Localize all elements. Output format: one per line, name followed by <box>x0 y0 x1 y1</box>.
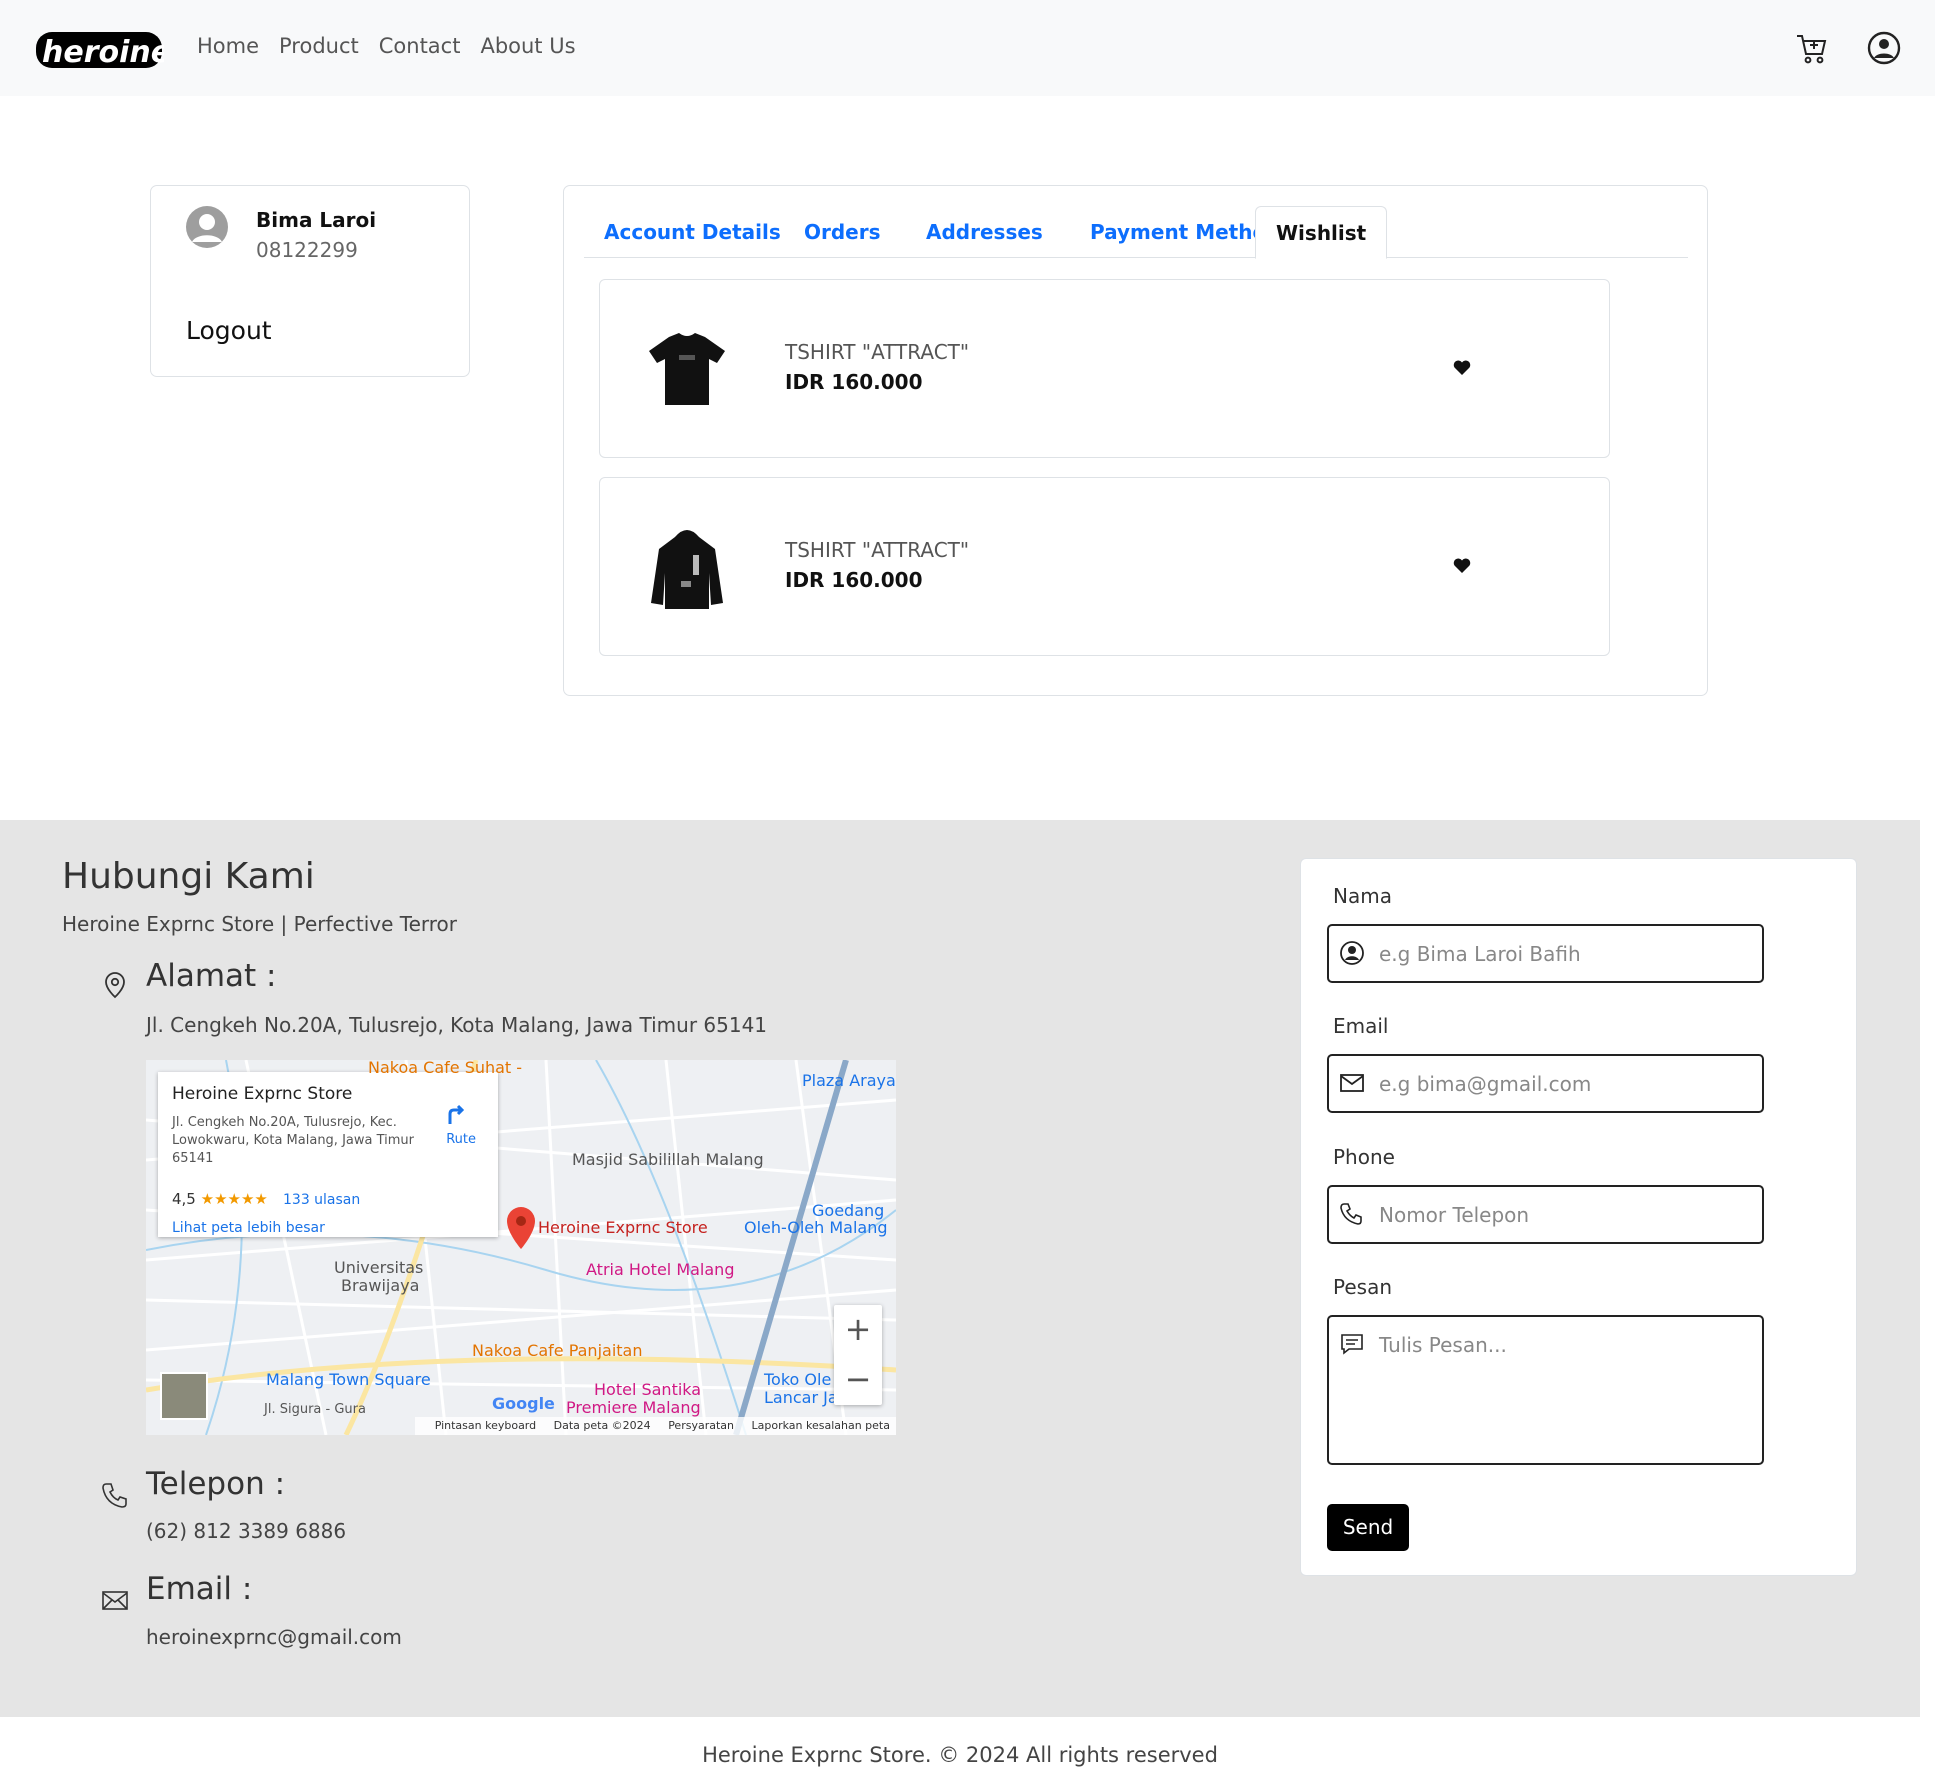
profile-card: Bima Laroi 08122299 Logout <box>150 185 470 377</box>
zoom-controls: + − <box>834 1305 882 1405</box>
map-rating: 4,5 ★★★★★ <box>172 1190 268 1208</box>
heart-icon[interactable] <box>1452 556 1472 576</box>
map-info-card: Heroine Exprnc Store Jl. Cengkeh No.20A,… <box>158 1072 498 1237</box>
email-text: heroinexprnc@gmail.com <box>146 1625 402 1649</box>
copyright: Heroine Exprnc Store. © 2024 All rights … <box>702 1743 1218 1767</box>
phone-placeholder: Nomor Telepon <box>1379 1203 1530 1227</box>
phone-text: (62) 812 3389 6886 <box>146 1519 347 1543</box>
email-label: Email <box>1333 1014 1389 1038</box>
google-logo: Google <box>492 1394 555 1413</box>
heart-icon[interactable] <box>1452 358 1472 378</box>
location-pin-icon <box>105 972 125 999</box>
phone-field[interactable]: Nomor Telepon <box>1327 1185 1764 1244</box>
address-heading: Alamat : <box>146 958 277 994</box>
product-name: TSHIRT "ATTRACT" <box>785 340 970 364</box>
phone-label: Phone <box>1333 1145 1395 1169</box>
product-name: TSHIRT "ATTRACT" <box>785 538 970 562</box>
user-name: Bima Laroi <box>256 208 377 232</box>
name-label: Nama <box>1333 884 1392 908</box>
product-price: IDR 160.000 <box>785 568 923 592</box>
map-label-santika-1: Hotel Santika <box>594 1380 702 1399</box>
map-label-univ: Universitas <box>334 1258 424 1277</box>
map-label-atria: Atria Hotel Malang <box>586 1260 735 1279</box>
heroine-logo[interactable]: heroine <box>34 26 164 72</box>
envelope-icon <box>1340 1074 1364 1092</box>
wishlist-item[interactable]: TSHIRT "ATTRACT" IDR 160.000 <box>599 279 1610 458</box>
google-map[interactable]: Heroine Exprnc Store Jl. Cengkeh No.20A,… <box>146 1060 896 1435</box>
zoom-out-button[interactable]: − <box>834 1355 882 1405</box>
contact-subtitle: Heroine Exprnc Store | Perfective Terror <box>62 912 457 936</box>
map-label-oleh-oleh: Oleh-Oleh Malang <box>744 1218 888 1237</box>
map-label-mts: Malang Town Square <box>266 1370 431 1389</box>
logout-button[interactable]: Logout <box>186 316 272 345</box>
nav-links: Home Product Contact About Us <box>197 34 576 58</box>
tab-wishlist[interactable]: Wishlist <box>1255 206 1388 259</box>
envelope-icon <box>102 1591 128 1610</box>
email-heading: Email : <box>146 1571 253 1607</box>
map-route-link[interactable]: Rute <box>446 1132 476 1147</box>
account-tabs: Account Details Orders Addresses Payment… <box>584 206 1688 259</box>
cart-plus-icon[interactable] <box>1794 30 1830 66</box>
nav-contact[interactable]: Contact <box>379 34 461 58</box>
send-button[interactable]: Send <box>1327 1504 1409 1551</box>
user-circle-icon <box>1340 941 1364 965</box>
avatar-icon <box>186 206 228 248</box>
account-panel: Account Details Orders Addresses Payment… <box>563 185 1708 696</box>
map-keyboard-link[interactable]: Pintasan keyboard <box>435 1419 536 1432</box>
map-label-toko-2: Lancar Ja <box>764 1388 838 1407</box>
map-label-brawijaya: Brawijaya <box>341 1276 420 1295</box>
map-label-santika-2: Premiere Malang <box>566 1398 701 1417</box>
satellite-toggle[interactable] <box>160 1372 208 1420</box>
message-label: Pesan <box>1333 1275 1393 1299</box>
svg-text:heroine: heroine <box>42 35 164 70</box>
nav-home[interactable]: Home <box>197 34 259 58</box>
map-data-text: Data peta ©2024 <box>553 1419 651 1432</box>
address-text: Jl. Cengkeh No.20A, Tulusrejo, Kota Mala… <box>146 1013 768 1037</box>
nav-about[interactable]: About Us <box>480 34 575 58</box>
phone-icon <box>102 1483 127 1508</box>
map-label-plaza: Plaza Araya <box>802 1071 896 1090</box>
map-marker-icon[interactable] <box>504 1205 538 1251</box>
directions-icon[interactable] <box>444 1102 468 1126</box>
tab-orders[interactable]: Orders <box>784 206 901 258</box>
map-place-title: Heroine Exprnc Store <box>172 1084 353 1104</box>
wishlist-item[interactable]: TSHIRT "ATTRACT" IDR 160.000 <box>599 477 1610 656</box>
user-circle-icon[interactable] <box>1866 30 1902 66</box>
map-footer-bar: Pintasan keyboard Data peta ©2024 Persya… <box>414 1417 896 1435</box>
map-label-nakoa-suhat: Nakoa Cafe Suhat - <box>368 1060 523 1077</box>
map-report-link[interactable]: Laporkan kesalahan peta <box>752 1419 891 1432</box>
email-field[interactable]: e.g bima@gmail.com <box>1327 1054 1764 1113</box>
tab-addresses[interactable]: Addresses <box>906 206 1063 258</box>
zoom-in-button[interactable]: + <box>834 1305 882 1355</box>
contact-form: Nama e.g Bima Laroi Bafih Email e.g bima… <box>1300 858 1857 1576</box>
name-field[interactable]: e.g Bima Laroi Bafih <box>1327 924 1764 983</box>
map-terms-link[interactable]: Persyaratan <box>668 1419 734 1432</box>
map-label-masjid: Masjid Sabilillah Malang <box>572 1150 764 1169</box>
map-reviews-link[interactable]: 133 ulasan <box>283 1192 360 1208</box>
phone-heading: Telepon : <box>146 1466 286 1502</box>
black-hoodie-image <box>651 530 723 609</box>
map-label-sigura: Jl. Sigura - Gura <box>264 1402 366 1417</box>
message-placeholder: Tulis Pesan... <box>1379 1333 1507 1357</box>
email-placeholder: e.g bima@gmail.com <box>1379 1072 1592 1096</box>
map-place-address: Jl. Cengkeh No.20A, Tulusrejo, Kec. Lowo… <box>172 1115 415 1166</box>
navbar: heroine Home Product Contact About Us <box>0 0 1935 96</box>
contact-section: Hubungi Kami Heroine Exprnc Store | Perf… <box>0 820 1920 1717</box>
chat-icon <box>1341 1334 1363 1355</box>
product-price: IDR 160.000 <box>785 370 923 394</box>
map-bigger-link[interactable]: Lihat peta lebih besar <box>172 1220 325 1236</box>
black-tshirt-image <box>649 333 725 405</box>
contact-title: Hubungi Kami <box>62 856 315 897</box>
rating-value: 4,5 <box>172 1190 196 1208</box>
map-label-store: Heroine Exprnc Store <box>538 1218 708 1237</box>
nav-product[interactable]: Product <box>279 34 359 58</box>
message-field[interactable]: Tulis Pesan... <box>1327 1315 1764 1465</box>
phone-icon <box>1340 1203 1362 1225</box>
tab-account-details[interactable]: Account Details <box>584 206 801 258</box>
user-phone: 08122299 <box>256 238 358 262</box>
map-label-nakoa-panjaitan: Nakoa Cafe Panjaitan <box>472 1341 643 1360</box>
rating-stars: ★★★★★ <box>200 1190 268 1208</box>
name-placeholder: e.g Bima Laroi Bafih <box>1379 942 1581 966</box>
map-label-toko-1: Toko Ole <box>764 1370 832 1389</box>
